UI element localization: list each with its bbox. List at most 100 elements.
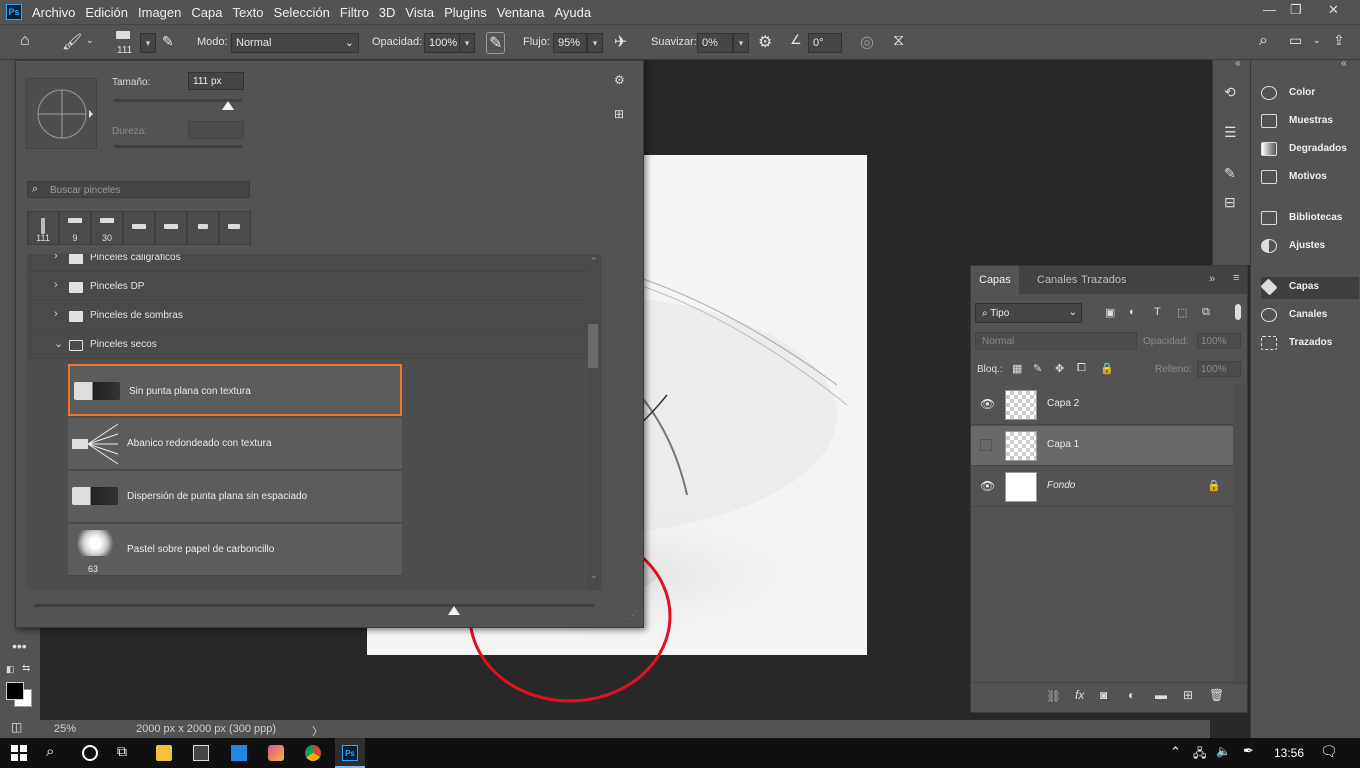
menu-seleccion[interactable]: Selección	[274, 5, 330, 20]
chevron-down-icon[interactable]: ⌄	[590, 570, 598, 581]
size-field[interactable]: 111 px	[188, 72, 244, 90]
menu-texto[interactable]: Texto	[232, 5, 263, 20]
brush-preview-icon[interactable]	[116, 31, 130, 39]
smooth-field[interactable]: 0%	[697, 33, 733, 53]
minimize-button[interactable]: —	[1263, 2, 1276, 17]
pressure-size-icon[interactable]: ◎	[860, 32, 874, 52]
brush-settings-icon[interactable]: ⊟	[1224, 194, 1236, 211]
flow-field[interactable]: 95%	[553, 33, 587, 53]
brush-size-dropdown[interactable]: ▾	[140, 33, 156, 53]
trash-icon[interactable]: 🗑	[1209, 688, 1224, 702]
filter-shape-icon[interactable]: ⬚	[1177, 306, 1187, 319]
menu-vista[interactable]: Vista	[405, 5, 434, 20]
opacity-field[interactable]: 100%	[1197, 333, 1241, 349]
link-icon[interactable]: ⛓	[1046, 689, 1061, 703]
dock-swatches[interactable]: Muestras	[1261, 111, 1359, 133]
menu-archivo[interactable]: Archivo	[32, 5, 75, 20]
layer-row[interactable]: 👁 Fondo 🔒	[971, 467, 1233, 507]
windows-start-icon[interactable]	[11, 745, 27, 761]
restore-button[interactable]: ❐	[1290, 2, 1302, 18]
fill-field[interactable]: 100%	[1197, 361, 1241, 377]
chevron-right-icon[interactable]: ›	[54, 308, 58, 320]
brush-size-label[interactable]: 111	[117, 45, 132, 56]
visibility-toggle[interactable]	[980, 439, 992, 451]
photoshop-logo-icon[interactable]: Ps	[6, 4, 22, 20]
folder-row[interactable]: › Pinceles DP	[27, 273, 587, 301]
quick-mask-icon[interactable]: ◫	[11, 720, 22, 734]
brushes-icon[interactable]: ✎	[1224, 165, 1236, 182]
menu-imagen[interactable]: Imagen	[138, 5, 181, 20]
mail-icon[interactable]	[231, 745, 247, 761]
layer-row[interactable]: Capa 1	[971, 426, 1233, 466]
folder-row[interactable]: › Pinceles de sombras	[27, 302, 587, 330]
lock-transparency-icon[interactable]: ▦	[1012, 362, 1022, 375]
scrollbar[interactable]	[1233, 385, 1247, 685]
filter-toggle[interactable]	[1235, 304, 1241, 320]
mode-select[interactable]: Normal ⌄	[231, 33, 359, 53]
recent-brush[interactable]	[155, 211, 187, 245]
filter-adjustment-icon[interactable]: ◐	[1129, 306, 1136, 318]
network-icon[interactable]: 🖧	[1193, 744, 1206, 765]
opacity-dropdown[interactable]: ▾	[459, 33, 475, 53]
eye-icon[interactable]: 👁	[980, 397, 995, 411]
file-explorer-icon[interactable]	[156, 745, 172, 761]
search-brushes-input[interactable]: ⌕ Buscar pinceles	[27, 181, 250, 198]
folder-row[interactable]: ⌄ Pinceles secos	[27, 331, 587, 359]
workspace-icon[interactable]: ▭	[1289, 32, 1302, 49]
recent-brush[interactable]	[187, 211, 219, 245]
menu-capa[interactable]: Capa	[191, 5, 222, 20]
tab-trazados[interactable]: Trazados	[1073, 266, 1134, 294]
mask-icon[interactable]: ◙	[1100, 688, 1107, 702]
clock[interactable]: 13:56	[1274, 746, 1304, 760]
eye-icon[interactable]: 👁	[980, 479, 995, 493]
scrollbar-thumb[interactable]	[588, 324, 598, 368]
lock-all-icon[interactable]: 🔒	[1100, 362, 1114, 375]
notifications-icon[interactable]: 🗨	[1320, 743, 1338, 760]
layer-row[interactable]: 👁 Capa 2	[971, 385, 1233, 425]
cortana-icon[interactable]	[82, 745, 98, 761]
brush-preset-item[interactable]: Dispersión de punta plana sin espaciado	[68, 471, 402, 523]
menu-plugins[interactable]: Plugins	[444, 5, 487, 20]
scrollbar[interactable]: ⌃ ⌄	[587, 254, 601, 590]
more-tools-icon[interactable]: •••	[12, 638, 27, 654]
dock-color[interactable]: Color	[1261, 83, 1359, 105]
panel-menu-icon[interactable]: ≡	[1233, 272, 1239, 284]
size-slider-thumb[interactable]	[222, 101, 234, 110]
volume-icon[interactable]: 🔈	[1216, 744, 1231, 758]
brush-settings-icon[interactable]: ✎	[162, 33, 174, 50]
default-colors-icon[interactable]: ◧	[6, 664, 15, 675]
blend-mode-select[interactable]: Normal	[975, 332, 1137, 350]
menu-ventana[interactable]: Ventana	[497, 5, 545, 20]
chevron-down-icon[interactable]: ⌄	[1313, 35, 1321, 46]
recent-brush[interactable]	[123, 211, 155, 245]
dock-layers[interactable]: Capas	[1260, 277, 1359, 299]
recent-brush[interactable]: 9	[59, 211, 91, 245]
close-button[interactable]: ✕	[1328, 2, 1339, 18]
recent-brush[interactable]	[219, 211, 251, 245]
flow-dropdown[interactable]: ▾	[587, 33, 603, 53]
dock-libraries[interactable]: Bibliotecas	[1261, 208, 1359, 230]
chevron-up-icon[interactable]: ⌃	[590, 256, 598, 267]
lock-position-icon[interactable]: ✥	[1055, 362, 1064, 375]
resize-grip-icon[interactable]: ⋰	[628, 610, 638, 621]
dock-patterns[interactable]: Motivos	[1261, 167, 1359, 189]
history-icon[interactable]: ⟲	[1224, 84, 1236, 101]
lock-artboard-icon[interactable]: ⧠	[1077, 362, 1086, 375]
chevron-right-icon[interactable]: ›	[54, 279, 58, 291]
store-icon[interactable]	[193, 745, 209, 761]
lock-pixels-icon[interactable]: ✎	[1033, 362, 1042, 375]
preview-size-slider-thumb[interactable]	[448, 606, 460, 615]
menu-edicion[interactable]: Edición	[85, 5, 128, 20]
properties-icon[interactable]: ☰	[1224, 124, 1237, 141]
photos-app-icon[interactable]	[268, 745, 284, 761]
gear-icon[interactable]: ⚙	[758, 32, 772, 52]
home-icon[interactable]: ⌂	[20, 32, 30, 50]
new-preset-icon[interactable]: ⊞	[614, 107, 624, 121]
brush-tool-icon[interactable]: 🖌	[62, 32, 82, 52]
symmetry-icon[interactable]: ⧖	[893, 32, 904, 50]
collapse-icon[interactable]: «	[1235, 58, 1241, 69]
opacity-field[interactable]: 100%	[424, 33, 460, 53]
brush-preset-item[interactable]: Sin punta plana con textura	[68, 364, 402, 416]
chevron-down-icon[interactable]: ⌄	[54, 337, 63, 350]
menu-filtro[interactable]: Filtro	[340, 5, 369, 20]
